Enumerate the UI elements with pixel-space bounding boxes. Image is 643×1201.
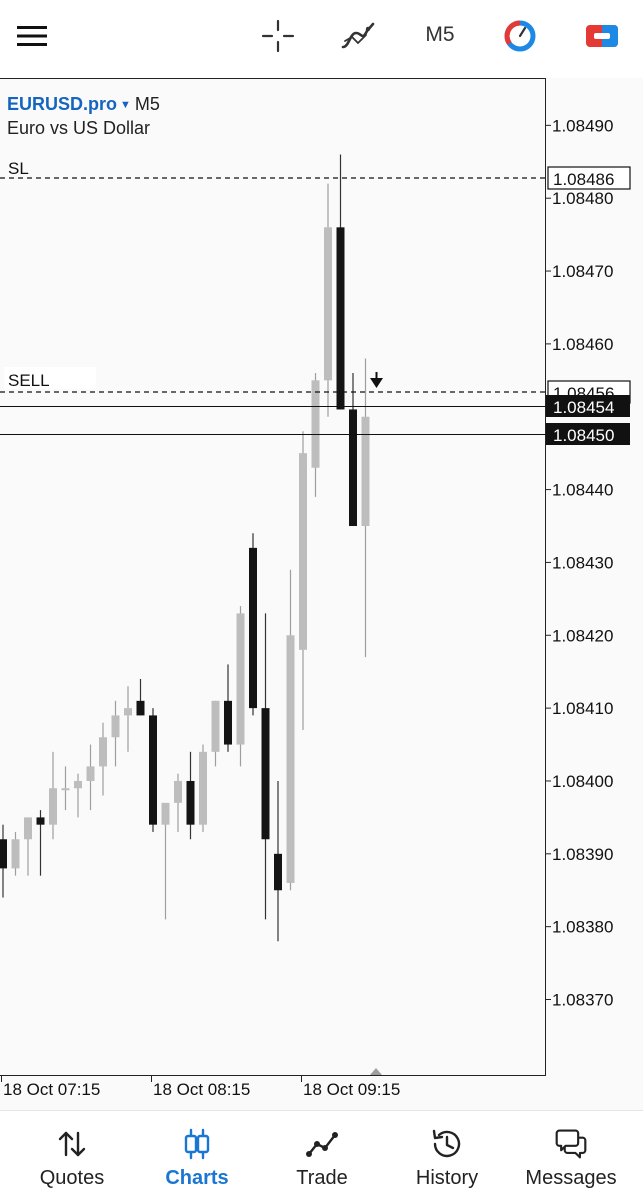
symbol-description: Euro vs US Dollar [7, 118, 151, 138]
candle-body [49, 788, 57, 825]
time-tick-label: 18 Oct 07:15 [3, 1080, 100, 1099]
history-clock-icon [432, 1129, 461, 1158]
price-tick-label: 1.08380 [552, 918, 613, 937]
candle-body [324, 227, 332, 381]
candle-body [361, 416, 370, 527]
symbol-header[interactable]: EURUSD.pro ▼ M5 Euro vs US Dollar [7, 93, 160, 140]
candle-body [174, 780, 182, 803]
price-tick-label: 1.08430 [552, 553, 613, 572]
price-tick-label: 1.08440 [552, 481, 613, 500]
candle-body [111, 715, 120, 738]
candle-body [261, 708, 270, 840]
nav-label-messages: Messages [525, 1167, 617, 1189]
caret-down-icon[interactable]: ▼ [120, 99, 131, 111]
candle-body [286, 635, 295, 883]
candle-body [199, 751, 207, 825]
sl-price-label: 1.08486 [553, 170, 614, 189]
candle-body [236, 613, 245, 745]
candle-body [99, 737, 107, 767]
nav-label-quotes: Quotes [39, 1167, 105, 1189]
quotes-arrows-icon [58, 1131, 86, 1157]
price-tick-label: 1.08370 [552, 991, 613, 1010]
nav-label-history: History [415, 1167, 479, 1189]
price-tick-label: 1.08400 [552, 772, 613, 791]
candle [149, 708, 157, 832]
candle-body [249, 547, 257, 709]
hamburger-menu-icon[interactable] [10, 14, 54, 58]
candle-body [61, 788, 70, 791]
price-tick-label: 1.08460 [552, 335, 613, 354]
nav-history[interactable]: History [383, 1111, 511, 1201]
symbol-timeframe: M5 [134, 94, 160, 114]
candle-body [211, 700, 220, 752]
nav-quotes[interactable]: Quotes [8, 1111, 136, 1201]
crosshair-icon[interactable] [256, 14, 300, 58]
candle-body [136, 700, 145, 716]
price-tick-label: 1.08480 [552, 189, 613, 208]
candle-body [349, 409, 357, 527]
price-tick-label: 1.08490 [552, 116, 613, 135]
sell-label: SELL [8, 371, 50, 390]
time-tick-label: 18 Oct 08:15 [153, 1080, 250, 1099]
time-axis: 18 Oct 07:15 18 Oct 08:15 18 Oct 09:15 [1, 1076, 400, 1099]
candlestick-chart-icon [184, 1128, 210, 1160]
candle-body [36, 817, 45, 825]
candle-body [274, 853, 282, 891]
candle [199, 744, 207, 832]
candle-body [0, 839, 7, 869]
symbol-name[interactable]: EURUSD.pro [7, 94, 117, 114]
bid-price-label: 1.08450 [553, 426, 614, 445]
candle-body [161, 802, 170, 825]
time-tick-label: 18 Oct 09:15 [303, 1080, 400, 1099]
price-tick-label: 1.08410 [552, 699, 613, 718]
candle-body [224, 700, 232, 745]
candle-body [311, 380, 320, 468]
price-axis: 1.08490 1.08480 1.08470 1.08460 1.08440 1.084… [546, 116, 613, 1010]
one-click-trading-icon[interactable] [498, 14, 542, 58]
price-tick-label: 1.08390 [552, 845, 613, 864]
candle-body [299, 453, 307, 650]
candle-body [124, 708, 132, 716]
bottom-navigation: Quotes Charts Trade History Messages [0, 1110, 643, 1201]
candle-body [74, 780, 82, 789]
candle-body [11, 839, 20, 869]
nav-label-charts: Charts [165, 1167, 229, 1189]
candlestick-chart[interactable]: 1.08490 1.08480 1.08470 1.08460 1.08440 1.084… [0, 78, 643, 1110]
price-tick-label: 1.08470 [552, 262, 613, 281]
messages-chat-icon [555, 1129, 587, 1159]
timeframe-button[interactable]: M5 [408, 18, 472, 52]
candle-body [24, 817, 32, 840]
price-tick-label: 1.08420 [552, 626, 613, 645]
nav-messages[interactable]: Messages [507, 1111, 635, 1201]
candle [236, 606, 245, 767]
candle-body [149, 715, 157, 825]
candle-body [336, 227, 345, 410]
candle-body [186, 780, 195, 825]
nav-label-trade: Trade [296, 1167, 348, 1189]
trade-line-icon [306, 1132, 338, 1157]
nav-trade[interactable]: Trade [258, 1111, 386, 1201]
trade-ticket-icon[interactable] [580, 14, 624, 58]
plot-area [0, 78, 546, 1076]
candle [249, 533, 257, 716]
ask-price-label: 1.08454 [553, 398, 614, 417]
candle-body [86, 766, 95, 781]
nav-charts[interactable]: Charts [133, 1111, 261, 1201]
chart-toolbar: M5 [0, 0, 643, 70]
indicator-curve-icon[interactable] [336, 14, 380, 58]
price-chart[interactable]: 1.08490 1.08480 1.08470 1.08460 1.08440 1.084… [0, 78, 643, 1110]
sl-label: SL [8, 159, 29, 178]
